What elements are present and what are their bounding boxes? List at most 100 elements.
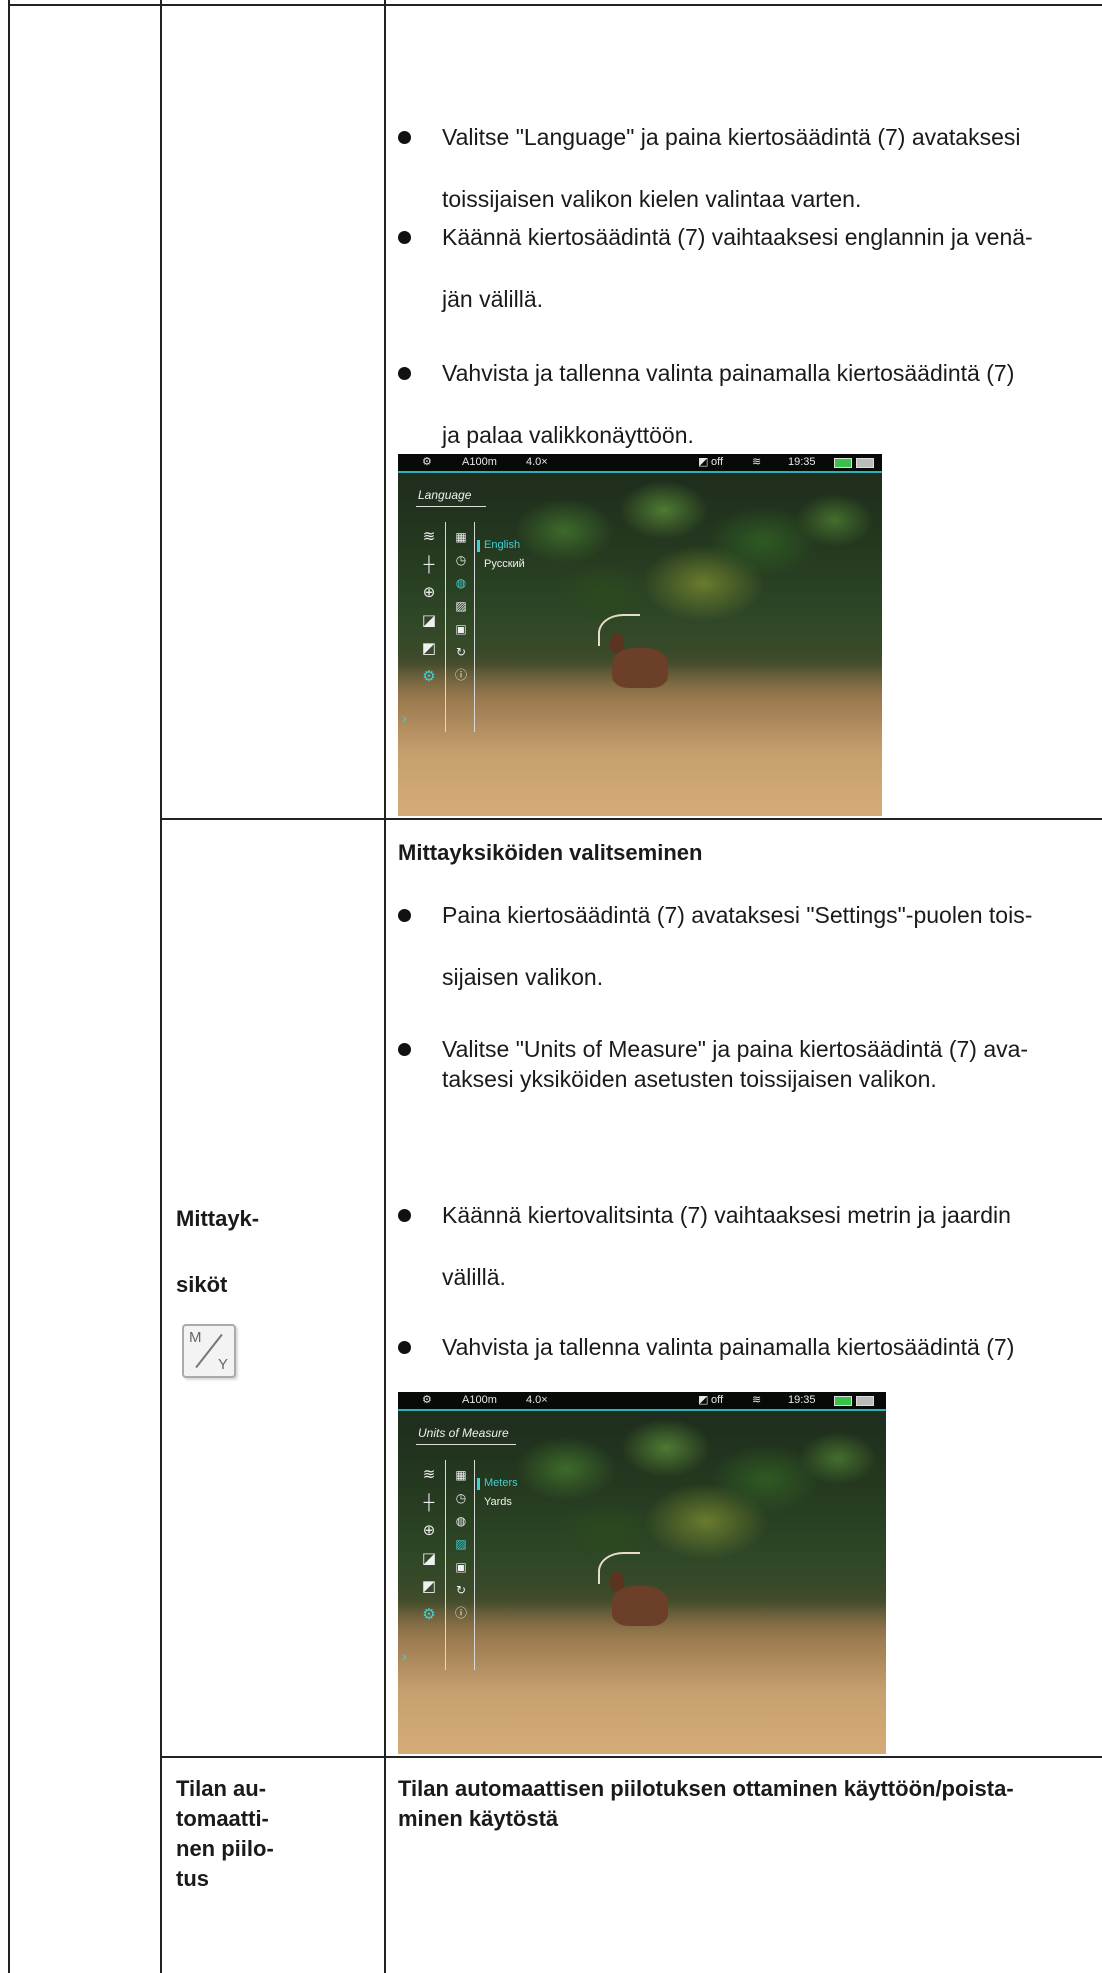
device-screenshot-language: ⚙ A100m 4.0× ◩ off ≋ 19:35 Language ≋ ┼ … <box>398 454 882 816</box>
table-row-divider-2 <box>160 1756 1102 1758</box>
pip-icon: ◩ <box>698 1394 709 1406</box>
status-bar: ⚙ A100m 4.0× ◩ off ≋ 19:35 <box>398 454 882 471</box>
pip-menu-icon[interactable]: ◩ <box>418 638 440 666</box>
menu-title-underline <box>416 506 486 507</box>
deer-body <box>612 648 668 688</box>
bullet-dot <box>398 367 411 380</box>
image-menu-icon[interactable]: ◪ <box>418 610 440 638</box>
wifi-menu-icon[interactable]: ≋ <box>418 1464 440 1492</box>
wifi-icon: ≋ <box>752 456 762 468</box>
settings-submenu-icons: ▦ ◷ ◍ ▨ ▣ ↻ ⓘ <box>452 526 470 687</box>
deer-body <box>612 1586 668 1626</box>
units-option-yards[interactable]: Yards <box>484 1496 512 1508</box>
bullet-text: välillä. <box>442 1264 506 1290</box>
main-menu-icons: ≋ ┼ ⊕ ◪ ◩ ⚙ <box>418 526 440 694</box>
settings-gear-icon: ⚙ <box>422 1394 432 1406</box>
language-option-english[interactable]: English <box>484 539 520 551</box>
language-option-russian[interactable]: Русский <box>484 558 525 570</box>
settings-gear-icon: ⚙ <box>422 456 432 468</box>
table-column-divider-2 <box>384 0 386 1973</box>
clock-readout: 19:35 <box>788 1394 816 1406</box>
clock-icon[interactable]: ◷ <box>452 1487 470 1510</box>
display-icon[interactable]: ▣ <box>452 1556 470 1579</box>
menu-panel-title: Language <box>418 488 472 502</box>
pip-status: off <box>711 456 724 468</box>
device-screenshot-units: ⚙ A100m 4.0× ◩ off ≋ 19:35 Units of Meas… <box>398 1392 886 1754</box>
bullet-text: Vahvista ja tallenna valinta painamalla … <box>442 360 1015 386</box>
units-icon-y: Y <box>217 1356 228 1373</box>
globe-icon[interactable]: ◍ <box>452 1510 470 1533</box>
settings-menu-icon[interactable]: ⚙ <box>418 666 440 694</box>
bullet-text: sijaisen valikon. <box>442 964 604 990</box>
image-menu-icon[interactable]: ◪ <box>418 1548 440 1576</box>
bullet-text: toissijaisen valikon kielen valintaa var… <box>442 186 862 212</box>
bullet-dot <box>398 131 411 144</box>
autohide-label-line2: tomaatti- <box>176 1806 269 1831</box>
table-row-divider-1 <box>160 818 1102 820</box>
units-label-line2: siköt <box>176 1272 228 1297</box>
bullet-text: Paina kiertosäädintä (7) avataksesi "Set… <box>442 902 1033 928</box>
calendar-icon[interactable]: ▦ <box>452 526 470 549</box>
target-menu-icon[interactable]: ⊕ <box>418 582 440 610</box>
units-icon-m: M <box>189 1329 202 1346</box>
bullet-text: Valitse "Language" ja paina kiertosäädin… <box>442 124 1021 150</box>
pip-status: off <box>711 1394 724 1406</box>
display-icon[interactable]: ▣ <box>452 618 470 641</box>
bullet-dot <box>398 231 411 244</box>
reset-icon[interactable]: ↻ <box>452 641 470 664</box>
bullet-dot <box>398 1043 411 1056</box>
bullet-text: ja palaa valikkonäyttöön. <box>442 422 694 448</box>
wifi-menu-icon[interactable]: ≋ <box>418 526 440 554</box>
zoom-readout: 4.0× <box>526 456 548 468</box>
clock-icon[interactable]: ◷ <box>452 549 470 572</box>
units-icon[interactable]: ▨ <box>452 595 470 618</box>
table-border-left <box>8 0 10 1973</box>
settings-submenu-icons: ▦ ◷ ◍ ▨ ▣ ↻ ⓘ <box>452 1464 470 1625</box>
battery-icon-2 <box>856 1396 874 1406</box>
submenu-divider <box>474 522 475 732</box>
selection-marker <box>477 1478 480 1490</box>
units-option-meters[interactable]: Meters <box>484 1477 518 1489</box>
status-accent-line <box>398 471 882 473</box>
menu-title-underline <box>416 1444 516 1445</box>
chevron-right-icon: › <box>402 1648 407 1664</box>
menu-divider <box>445 522 446 732</box>
status-bar: ⚙ A100m 4.0× ◩ off ≋ 19:35 <box>398 1392 886 1409</box>
crosshair-menu-icon[interactable]: ┼ <box>418 1492 440 1520</box>
bullet-text: Käännä kiertovalitsinta (7) vaihtaaksesi… <box>442 1202 1011 1228</box>
settings-menu-icon[interactable]: ⚙ <box>418 1604 440 1632</box>
selection-marker <box>477 540 480 552</box>
bullet-text: Valitse "Units of Measure" ja paina kier… <box>442 1036 1029 1062</box>
target-menu-icon[interactable]: ⊕ <box>418 1520 440 1548</box>
units-of-measure-icon: M Y <box>182 1324 236 1378</box>
bullet-text: Vahvista ja tallenna valinta painamalla … <box>442 1334 1015 1360</box>
battery-icon <box>834 458 852 468</box>
range-readout: A100m <box>462 456 497 468</box>
autohide-label-line3: nen piilo- <box>176 1836 274 1861</box>
clock-readout: 19:35 <box>788 456 816 468</box>
table-column-divider-1 <box>160 0 162 1973</box>
range-readout: A100m <box>462 1394 497 1406</box>
submenu-divider <box>474 1460 475 1670</box>
bullet-text: jän välillä. <box>442 286 543 312</box>
zoom-readout: 4.0× <box>526 1394 548 1406</box>
bullet-text: taksesi yksiköiden asetusten toissijaise… <box>442 1066 937 1092</box>
info-icon[interactable]: ⓘ <box>452 1602 470 1625</box>
bullet-dot <box>398 909 411 922</box>
pip-icon: ◩ <box>698 456 709 468</box>
autohide-label-line4: tus <box>176 1866 209 1891</box>
calendar-icon[interactable]: ▦ <box>452 1464 470 1487</box>
reset-icon[interactable]: ↻ <box>452 1579 470 1602</box>
chevron-right-icon: › <box>402 710 407 726</box>
info-icon[interactable]: ⓘ <box>452 664 470 687</box>
scene-trees <box>485 468 882 679</box>
status-accent-line <box>398 1409 886 1411</box>
bullet-dot <box>398 1209 411 1222</box>
pip-menu-icon[interactable]: ◩ <box>418 1576 440 1604</box>
table-border-top <box>8 4 1102 6</box>
units-label-line1: Mittayk- <box>176 1206 260 1231</box>
units-icon[interactable]: ▨ <box>452 1533 470 1556</box>
crosshair-menu-icon[interactable]: ┼ <box>418 554 440 582</box>
bullet-dot <box>398 1341 411 1354</box>
globe-icon[interactable]: ◍ <box>452 572 470 595</box>
